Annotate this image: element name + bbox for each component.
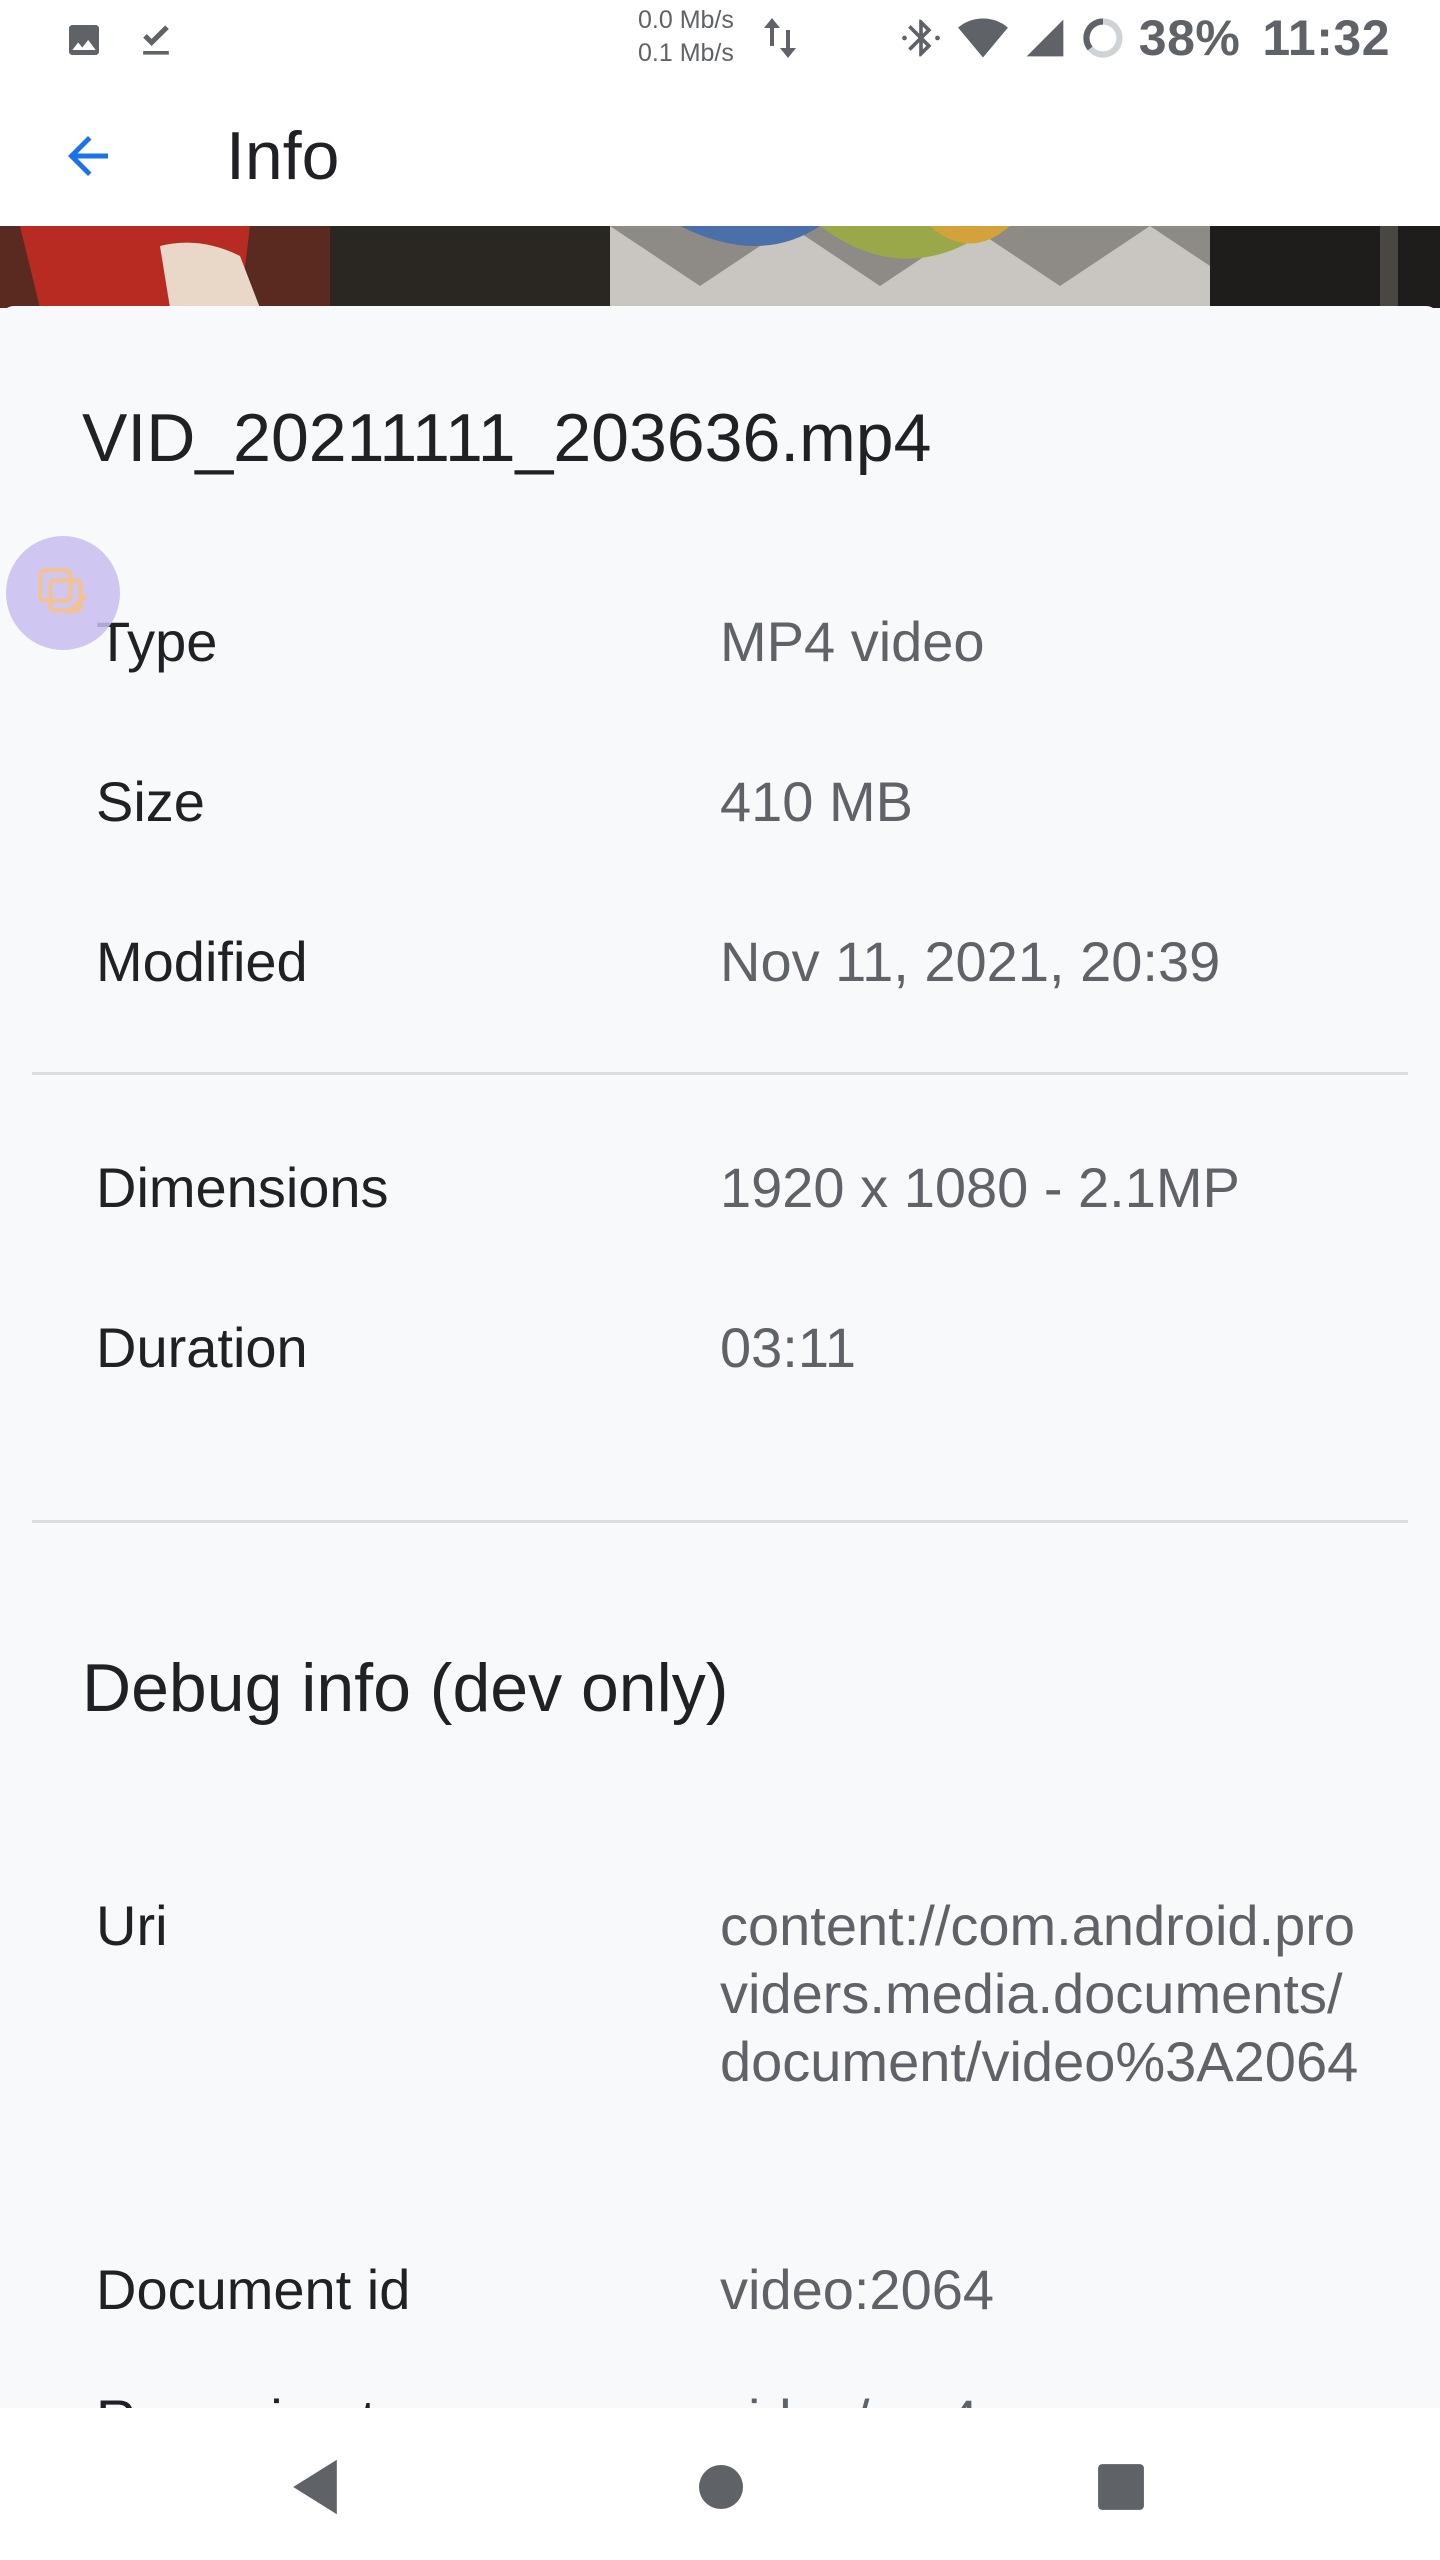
section-divider [32, 1072, 1408, 1075]
section-divider [32, 1520, 1408, 1523]
back-button[interactable] [48, 116, 128, 196]
arrow-back-icon [68, 136, 108, 176]
image-icon [69, 25, 99, 55]
cellular-icon [1026, 19, 1064, 57]
page-title: Info [226, 118, 340, 194]
status-right-cluster: 38% 11:32 [899, 8, 1390, 68]
network-speed: 0.0 Mb/s 0.1 Mb/s [638, 4, 734, 70]
download-done-icon [143, 25, 169, 55]
row-label: Uri [96, 1894, 168, 1957]
row-value: content://com.android.providers.media.do… [720, 1894, 1359, 2093]
net-speed-down: 0.0 Mb/s [638, 6, 734, 34]
app-bar: Info [0, 76, 1440, 226]
media-preview-graphic [0, 226, 1440, 308]
status-bar: 0.0 Mb/s 0.1 Mb/s 38% 11:32 [0, 0, 1440, 76]
system-nav-bar [0, 2408, 1440, 2560]
row-label: Modified [96, 930, 308, 993]
row-label: Duration [96, 1316, 308, 1379]
nav-home-button[interactable] [686, 2452, 756, 2522]
row-value: 410 MB [720, 770, 913, 833]
wifi-icon [957, 18, 1008, 58]
home-circle-icon [699, 2465, 743, 2509]
row-value: 03:11 [720, 1316, 856, 1379]
nav-recents-button[interactable] [1086, 2452, 1156, 2522]
copy-edit-icon [38, 568, 88, 615]
copy-edit-button[interactable] [6, 536, 120, 650]
row-label: Dimensions [96, 1156, 389, 1219]
debug-section-title: Debug info (dev only) [82, 1650, 729, 1726]
battery-ring-icon [1083, 18, 1123, 58]
file-name: VID_20211111_203636.mp4 [82, 400, 932, 476]
row-value: MP4 video [720, 610, 985, 673]
row-label: Type [96, 610, 218, 673]
battery-percent: 38% [1138, 10, 1241, 66]
data-arrows-icon [764, 18, 796, 58]
row-value: 1920 x 1080 - 2.1MP [720, 1156, 1240, 1219]
info-sheet: VID_20211111_203636.mp4 Type MP4 video S… [0, 306, 1440, 2451]
net-speed-up: 0.1 Mb/s [638, 39, 734, 67]
back-triangle-icon [293, 2459, 337, 2515]
media-preview-image [0, 226, 1440, 308]
recents-square-icon [1098, 2464, 1144, 2510]
row-value: Nov 11, 2021, 20:39 [720, 930, 1221, 993]
nav-back-button[interactable] [280, 2452, 350, 2522]
row-label: Document id [96, 2258, 411, 2321]
bluetooth-icon [901, 19, 940, 57]
clock: 11:32 [1262, 10, 1390, 66]
row-label: Size [96, 770, 205, 833]
row-value: video:2064 [720, 2258, 995, 2321]
